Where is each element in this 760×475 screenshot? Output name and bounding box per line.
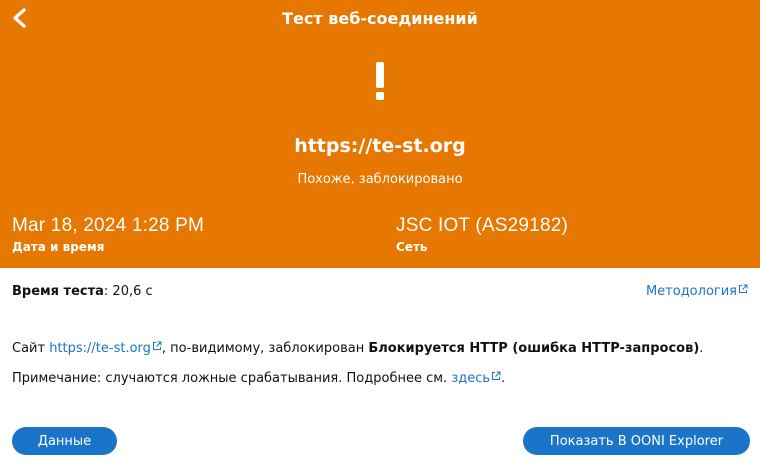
exclamation-icon [364,60,396,104]
result-header: Тест веб-соединений https://te-st.org По… [0,0,760,268]
methodology-link-label: Методология [645,284,737,299]
show-in-explorer-button[interactable]: Показать В OONI Explorer [523,427,750,455]
here-link[interactable]: здесь [451,371,501,386]
site-link[interactable]: https://te-st.org [49,341,162,356]
external-link-icon [739,284,748,293]
site-link-label: https://te-st.org [49,341,151,356]
external-link-icon [152,341,162,350]
runtime-label: Время теста [12,284,104,299]
summary-prefix: Сайт [12,341,50,356]
network-value: JSC IOT (AS29182) [396,215,569,236]
note-text: Примечание: случаются ложные срабатывани… [12,371,452,386]
network-label: Сеть [396,240,428,254]
test-date-label: Дата и время [12,240,105,254]
tested-url: https://te-st.org [294,135,466,157]
external-link-icon [492,371,501,380]
test-date-value: Mar 18, 2024 1:28 PM [12,215,204,236]
note-suffix: . [501,371,506,386]
false-positive-note: Примечание: случаются ложные срабатывани… [12,371,505,386]
result-status: Похоже, заблокировано [297,172,463,187]
page-title: Тест веб-соединений [282,9,478,28]
methodology-link[interactable]: Методология [646,284,748,299]
blocking-summary: Сайт https://te-st.org , по-видимому, заб… [12,341,703,356]
runtime-value: : 20,6 с [103,284,153,299]
data-button[interactable]: Данные [12,427,117,455]
blocking-reason: Блокируется HTTP (ошибка HTTP-запросов) [368,341,700,356]
summary-suffix: . [699,341,704,356]
summary-middle: , по-видимому, заблокирован [161,341,369,356]
here-link-label: здесь [451,371,491,386]
test-runtime: Время теста: 20,6 с [12,284,153,299]
